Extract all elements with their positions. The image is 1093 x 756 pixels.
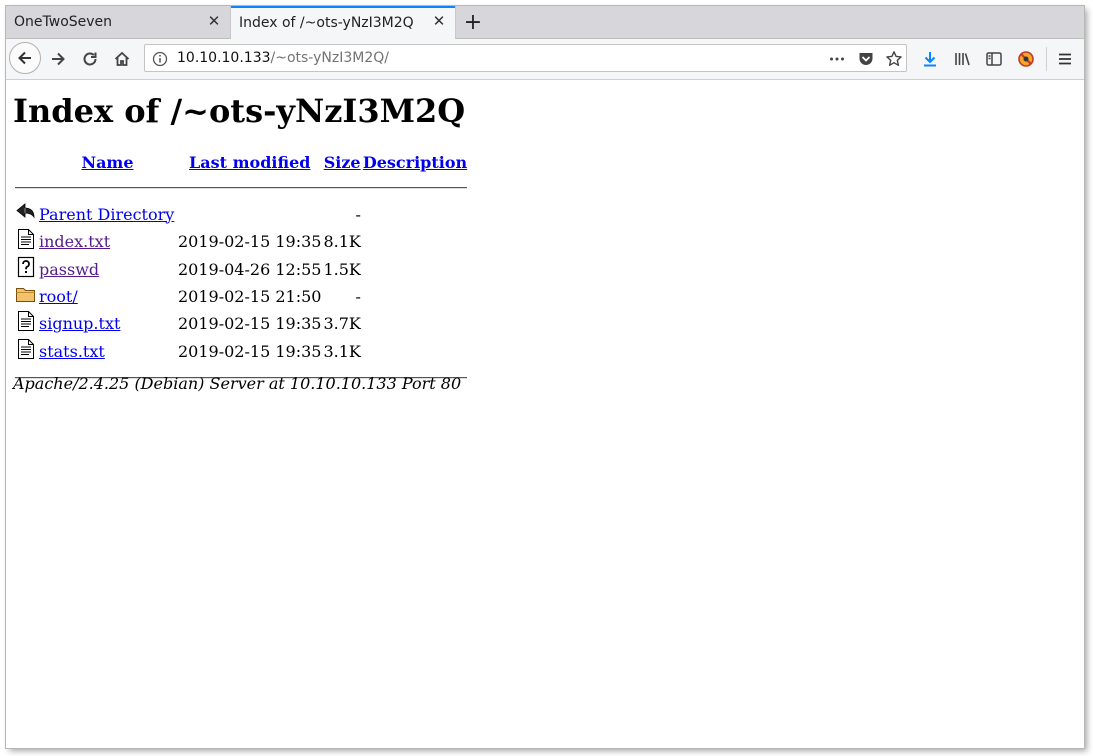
name-cell: root/	[39, 284, 176, 308]
description-cell	[363, 202, 467, 226]
home-icon	[114, 51, 130, 66]
tab-index-of[interactable]: Index of /~ots-yNzI3M2Q ✕	[230, 6, 456, 39]
home-button[interactable]	[108, 45, 136, 73]
navigation-toolbar: 10.10.10.133/~ots-yNzI3M2Q/	[6, 39, 1084, 80]
sort-by-name-link[interactable]: Name	[81, 153, 133, 172]
toolbar-divider	[1046, 47, 1047, 71]
url-path: /~ots-yNzI3M2Q/	[270, 50, 389, 66]
size-cell: 3.1K	[323, 341, 361, 361]
tab-bar: OneTwoSeven ✕ Index of /~ots-yNzI3M2Q ✕ …	[6, 6, 1084, 39]
sort-by-size-link[interactable]: Size	[324, 153, 361, 172]
file-link-stats-txt[interactable]: stats.txt	[39, 342, 105, 361]
browser-window: OneTwoSeven ✕ Index of /~ots-yNzI3M2Q ✕ …	[6, 6, 1084, 748]
parent-directory-link[interactable]: Parent Directory	[39, 205, 174, 224]
folder-link-root[interactable]: root/	[39, 287, 78, 306]
header-row: Name Last modified Size Description	[15, 150, 467, 174]
modified-cell: 2019-02-15 19:35	[178, 341, 322, 361]
table-row: index.txt 2019-02-15 19:35 8.1K	[15, 228, 467, 254]
more-icon[interactable]	[828, 50, 846, 68]
bookmark-star-icon[interactable]	[885, 50, 903, 68]
folder-icon	[15, 284, 37, 308]
menu-icon	[1059, 53, 1071, 65]
description-cell	[363, 284, 467, 308]
description-cell	[363, 310, 467, 336]
table-row: Parent Directory -	[15, 202, 467, 226]
directory-listing: Name Last modified Size Description Pare…	[13, 148, 469, 392]
download-icon	[924, 52, 936, 67]
tab-onetwoseven[interactable]: OneTwoSeven ✕	[6, 6, 230, 38]
info-icon[interactable]	[152, 51, 168, 71]
description-cell	[363, 228, 467, 254]
sidebar-button[interactable]	[980, 45, 1008, 73]
table-row: stats.txt 2019-02-15 19:35 3.1K	[15, 338, 467, 364]
close-tab-icon[interactable]: ✕	[206, 12, 222, 30]
name-cell: passwd	[39, 256, 176, 282]
name-cell: index.txt	[39, 228, 176, 254]
forward-button[interactable]	[44, 45, 72, 73]
name-cell: stats.txt	[39, 338, 176, 364]
sort-by-description-link[interactable]: Description	[363, 153, 467, 172]
new-tab-button[interactable]: +	[461, 10, 485, 35]
name-header: Name	[39, 150, 176, 174]
library-icon	[955, 53, 970, 66]
size-cell: -	[355, 204, 361, 224]
table-row: passwd 2019-04-26 12:55 1.5K	[15, 256, 467, 282]
active-tab-indicator	[231, 6, 455, 8]
file-link-index-txt[interactable]: index.txt	[39, 232, 110, 251]
modified-cell: 2019-02-15 19:35	[178, 313, 322, 333]
modified-cell	[178, 202, 321, 226]
modified-cell: 2019-02-15 19:35	[178, 231, 322, 251]
page-title: Index of /~ots-yNzI3M2Q	[13, 92, 466, 130]
size-cell: -	[355, 286, 361, 306]
text-file-icon	[15, 310, 37, 336]
name-cell: signup.txt	[39, 310, 176, 336]
page-content: Index of /~ots-yNzI3M2Q Name Last modifi…	[6, 80, 1084, 748]
tab-title: Index of /~ots-yNzI3M2Q	[239, 14, 414, 31]
modified-cell: 2019-02-15 21:50	[178, 286, 322, 306]
server-signature: Apache/2.4.25 (Debian) Server at 10.10.1…	[13, 374, 462, 393]
forward-icon	[52, 52, 65, 66]
menu-button[interactable]	[1051, 45, 1079, 73]
sidebar-icon	[986, 52, 1002, 66]
close-tab-icon[interactable]: ✕	[431, 12, 447, 30]
addon-icon	[1018, 51, 1034, 67]
size-cell: 3.7K	[323, 313, 361, 333]
size-cell: 8.1K	[323, 231, 361, 251]
description-header: Description	[363, 150, 467, 174]
icon-header	[15, 150, 37, 174]
reload-icon	[83, 52, 97, 66]
top-rule	[15, 176, 468, 200]
name-cell: Parent Directory	[39, 202, 176, 226]
unknown-file-icon	[15, 256, 37, 282]
separator-row	[15, 176, 468, 200]
text-file-icon	[15, 338, 37, 364]
url-host: 10.10.10.133	[177, 50, 271, 66]
modified-header: Last modified	[178, 150, 321, 174]
library-button[interactable]	[948, 45, 976, 73]
file-link-signup-txt[interactable]: signup.txt	[39, 314, 120, 333]
table-row: signup.txt 2019-02-15 19:35 3.7K	[15, 310, 467, 336]
text-file-icon	[15, 228, 37, 254]
size-cell: 1.5K	[323, 259, 361, 279]
download-button[interactable]	[916, 45, 944, 73]
back-icon	[18, 51, 31, 65]
description-cell	[363, 338, 467, 364]
modified-cell: 2019-04-26 12:55	[178, 259, 322, 279]
table-row: root/ 2019-02-15 21:50 -	[15, 284, 467, 308]
description-cell	[363, 256, 467, 282]
pocket-icon[interactable]	[857, 50, 875, 68]
size-header: Size	[323, 150, 361, 174]
back-button[interactable]	[9, 42, 41, 74]
url-bar[interactable]: 10.10.10.133/~ots-yNzI3M2Q/	[144, 44, 907, 72]
sort-by-modified-link[interactable]: Last modified	[189, 153, 310, 172]
reload-button[interactable]	[76, 45, 104, 73]
addon-button[interactable]	[1012, 45, 1040, 73]
tab-title: OneTwoSeven	[14, 14, 113, 30]
back-icon	[15, 202, 37, 226]
url-text[interactable]: 10.10.10.133/~ots-yNzI3M2Q/	[177, 50, 389, 66]
file-link-passwd[interactable]: passwd	[39, 260, 99, 279]
